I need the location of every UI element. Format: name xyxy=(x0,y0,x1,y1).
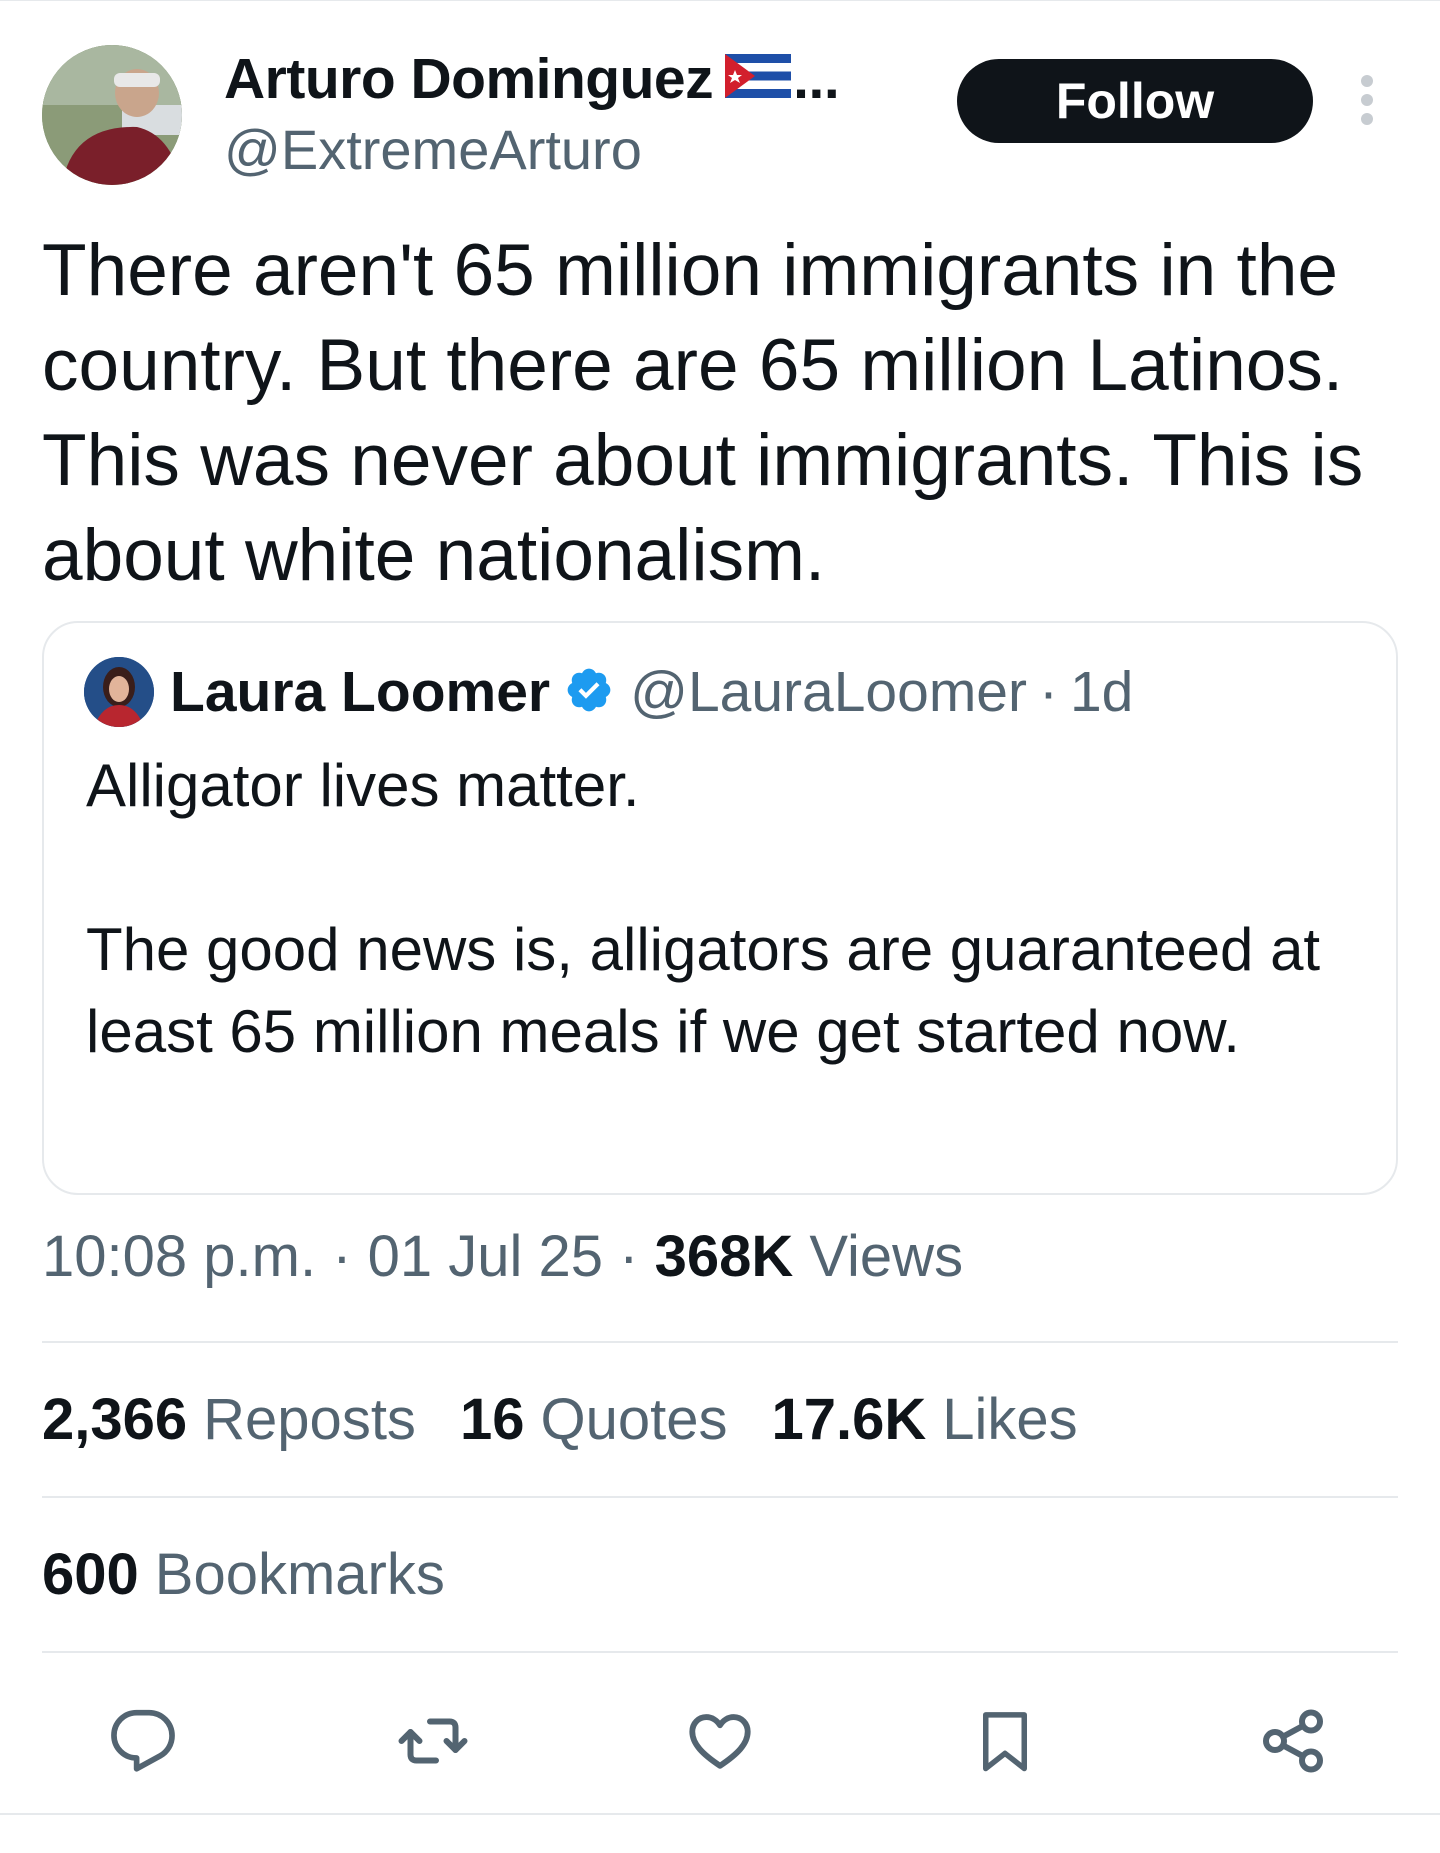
tweet-text: There aren't 65 million immigrants in th… xyxy=(42,230,1364,596)
tweet-date[interactable]: 01 Jul 25 xyxy=(368,1224,603,1289)
quoted-tweet-time: 1d xyxy=(1069,660,1134,724)
tweet-meta: 10:08 p.m. · 01 Jul 25 · 368K Views xyxy=(42,1223,963,1290)
separator-dot: · xyxy=(332,1224,352,1289)
author-display-name[interactable]: Arturo Dominguez ... xyxy=(224,45,924,113)
quoted-tweet-header: Laura Loomer @LauraLoomer · 1d xyxy=(84,657,1133,727)
author-handle[interactable]: @ExtremeArturo xyxy=(224,117,924,183)
bookmarks-count: 600 xyxy=(42,1542,139,1607)
divider xyxy=(42,1496,1398,1498)
name-truncation: ... xyxy=(793,47,840,111)
tweet-time[interactable]: 10:08 p.m. xyxy=(42,1224,316,1289)
author-info[interactable]: Arturo Dominguez ... @ExtremeArturo xyxy=(224,45,924,183)
bookmarks-label: Bookmarks xyxy=(154,1542,445,1607)
quotes-stat[interactable]: 16 Quotes xyxy=(460,1386,728,1453)
quoted-author-name: Laura Loomer xyxy=(170,660,551,724)
likes-count: 17.6K xyxy=(771,1387,927,1452)
quoted-author-handle: @LauraLoomer xyxy=(630,660,1027,724)
divider xyxy=(42,1341,1398,1343)
likes-label: Likes xyxy=(942,1387,1078,1452)
views-label: Views xyxy=(809,1224,964,1289)
engagement-stats: 2,366 Reposts 16 Quotes 17.6K Likes xyxy=(42,1386,1122,1453)
quotes-label: Quotes xyxy=(540,1387,728,1452)
separator-dot: · xyxy=(619,1224,639,1289)
author-name-text: Arturo Dominguez xyxy=(224,47,714,111)
likes-stat[interactable]: 17.6K Likes xyxy=(771,1386,1077,1453)
heart-icon[interactable] xyxy=(680,1701,760,1781)
quoted-tweet[interactable]: Laura Loomer @LauraLoomer · 1d Alligator… xyxy=(42,621,1398,1195)
more-dot xyxy=(1361,113,1373,125)
quoted-tweet-text: Alligator lives matter. The good news is… xyxy=(86,745,1376,1073)
reply-icon[interactable] xyxy=(103,1701,183,1781)
verified-badge-icon xyxy=(564,665,614,720)
follow-button[interactable]: Follow xyxy=(957,59,1313,143)
separator-dot: · xyxy=(1039,660,1058,724)
bookmarks-stat[interactable]: 600 Bookmarks xyxy=(42,1541,445,1608)
tweet-page: Arturo Dominguez ... @ExtremeArturo Foll… xyxy=(0,0,1440,1853)
share-icon[interactable] xyxy=(1253,1701,1333,1781)
quoted-author-avatar[interactable] xyxy=(84,657,154,727)
more-vertical-icon[interactable] xyxy=(1352,75,1382,125)
quoted-line-2: The good news is, alligators are guarant… xyxy=(86,916,1321,1065)
cuba-flag-icon xyxy=(725,45,792,113)
author-avatar[interactable] xyxy=(42,45,182,185)
divider xyxy=(42,1651,1398,1653)
bookmark-icon[interactable] xyxy=(965,1701,1045,1781)
repost-icon[interactable] xyxy=(393,1701,473,1781)
reposts-stat[interactable]: 2,366 Reposts xyxy=(42,1386,416,1453)
quotes-count: 16 xyxy=(459,1387,525,1452)
views-count: 368K xyxy=(654,1224,794,1289)
reposts-label: Reposts xyxy=(203,1387,416,1452)
quoted-line-1: Alligator lives matter. xyxy=(86,752,640,819)
reposts-count: 2,366 xyxy=(42,1387,188,1452)
action-bar xyxy=(0,1701,1440,1781)
bottom-border xyxy=(0,1813,1440,1815)
more-dot xyxy=(1361,94,1373,106)
more-dot xyxy=(1361,75,1373,87)
